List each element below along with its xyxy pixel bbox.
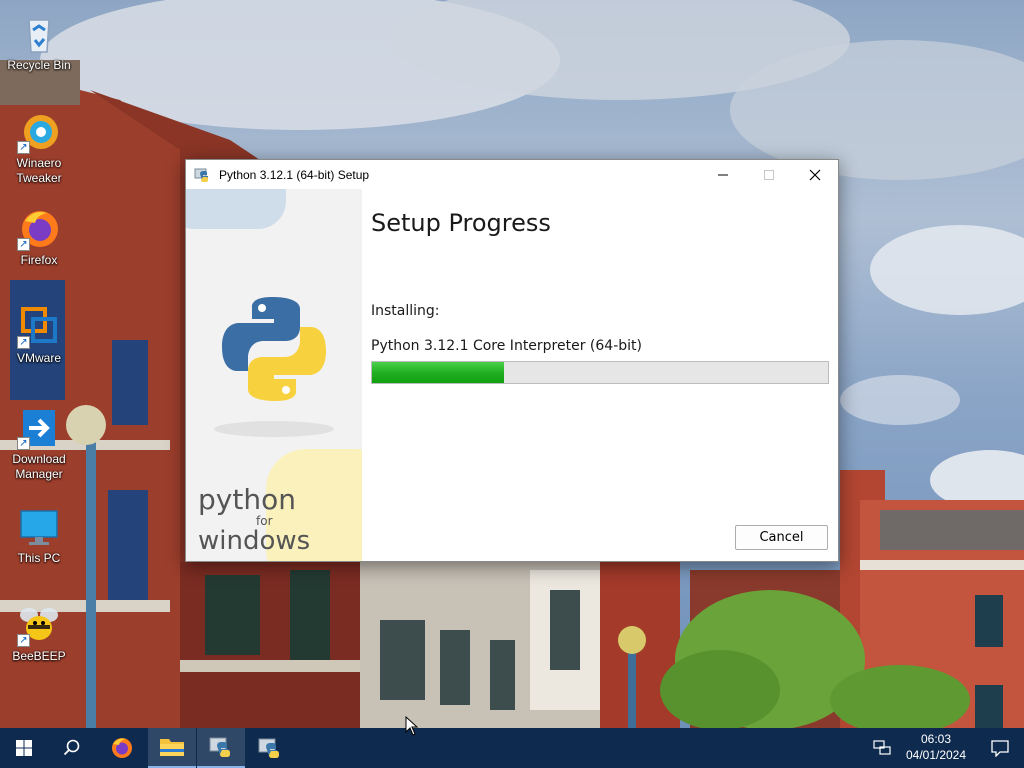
start-button[interactable] — [0, 728, 48, 768]
mouse-cursor-icon — [405, 716, 419, 736]
shortcut-arrow-icon: ↗ — [17, 634, 30, 647]
firefox-icon — [112, 738, 132, 758]
taskbar-firefox[interactable] — [98, 728, 146, 768]
page-title: Setup Progress — [371, 209, 551, 237]
clock-date: 04/01/2024 — [905, 748, 967, 762]
desktop-icon-winaero-tweaker[interactable]: ↗ Winaero Tweaker — [4, 110, 74, 186]
desktop-icon-label: Winaero Tweaker — [16, 156, 62, 185]
desktop-icon-label: Firefox — [20, 253, 58, 267]
close-button[interactable] — [792, 160, 838, 189]
taskbar-clock[interactable]: 06:03 04/01/2024 — [900, 731, 972, 763]
firefox-icon: ↗ — [17, 207, 61, 251]
shortcut-arrow-icon: ↗ — [17, 238, 30, 251]
desktop-icon-beebeep[interactable]: ↗ BeeBEEP — [4, 603, 74, 664]
desktop-icon-label: BeeBEEP — [12, 649, 66, 663]
beebeep-icon: ↗ — [17, 603, 61, 647]
notifications-button[interactable] — [976, 728, 1024, 768]
minimize-button[interactable] — [700, 160, 746, 189]
cancel-button[interactable]: Cancel — [735, 525, 828, 550]
install-progress-bar — [371, 361, 829, 384]
desktop-icon-download-manager[interactable]: ↗ Download Manager — [4, 406, 74, 482]
window-titlebar[interactable]: Python 3.12.1 (64-bit) Setup — [186, 160, 838, 189]
desktop-icon-label: This PC — [17, 551, 61, 565]
network-icon — [873, 740, 891, 755]
progress-bar-fill — [372, 362, 505, 383]
python-logo-icon — [222, 297, 326, 401]
desktop-icon-firefox[interactable]: ↗ Firefox — [4, 207, 74, 268]
shortcut-arrow-icon: ↗ — [17, 437, 30, 450]
maximize-icon — [764, 169, 774, 180]
setup-content-pane: Setup Progress Installing: Python 3.12.1… — [362, 189, 838, 561]
setup-sidebar-banner: python for windows — [186, 189, 362, 561]
this-pc-icon — [17, 505, 61, 549]
desktop-icon-label: VMware — [16, 351, 61, 365]
network-status-button[interactable] — [864, 728, 900, 768]
maximize-button[interactable] — [746, 160, 792, 189]
python-for-windows-brand: python for windows — [198, 483, 311, 556]
desktop-icon-vmware[interactable]: ↗ VMware — [4, 305, 74, 366]
taskbar: 06:03 04/01/2024 — [0, 728, 1024, 768]
desktop-icon-label: Download Manager — [12, 452, 66, 481]
installing-label: Installing: — [371, 303, 440, 319]
search-button[interactable] — [48, 728, 96, 768]
window-title: Python 3.12.1 (64-bit) Setup — [219, 167, 370, 182]
desktop-icon-this-pc[interactable]: This PC — [4, 505, 74, 566]
notification-icon — [991, 740, 1009, 757]
component-label: Python 3.12.1 Core Interpreter (64-bit) — [371, 338, 642, 354]
minimize-icon — [718, 174, 728, 175]
python-setup-window: Python 3.12.1 (64-bit) Setup python for — [185, 159, 839, 562]
clock-time: 06:03 — [920, 732, 952, 746]
python-setup-icon — [258, 738, 279, 758]
taskbar-file-explorer[interactable] — [148, 728, 196, 768]
file-explorer-icon — [160, 739, 184, 756]
desktop-icon-recycle-bin[interactable]: Recycle Bin — [4, 12, 74, 73]
recycle-bin-icon — [17, 12, 61, 56]
search-icon — [63, 739, 80, 756]
winaero-tweaker-icon: ↗ — [17, 110, 61, 154]
close-icon — [809, 169, 821, 180]
desktop-icon-label: Recycle Bin — [7, 58, 71, 72]
shortcut-arrow-icon: ↗ — [17, 141, 30, 154]
taskbar-python-setup[interactable] — [197, 728, 245, 768]
start-icon — [16, 740, 32, 756]
download-manager-icon: ↗ — [17, 406, 61, 450]
taskbar-python-setup-2[interactable] — [246, 728, 294, 768]
vmware-icon: ↗ — [17, 305, 61, 349]
shortcut-arrow-icon: ↗ — [17, 336, 30, 349]
python-setup-icon — [209, 737, 230, 757]
python-setup-icon — [194, 168, 208, 182]
